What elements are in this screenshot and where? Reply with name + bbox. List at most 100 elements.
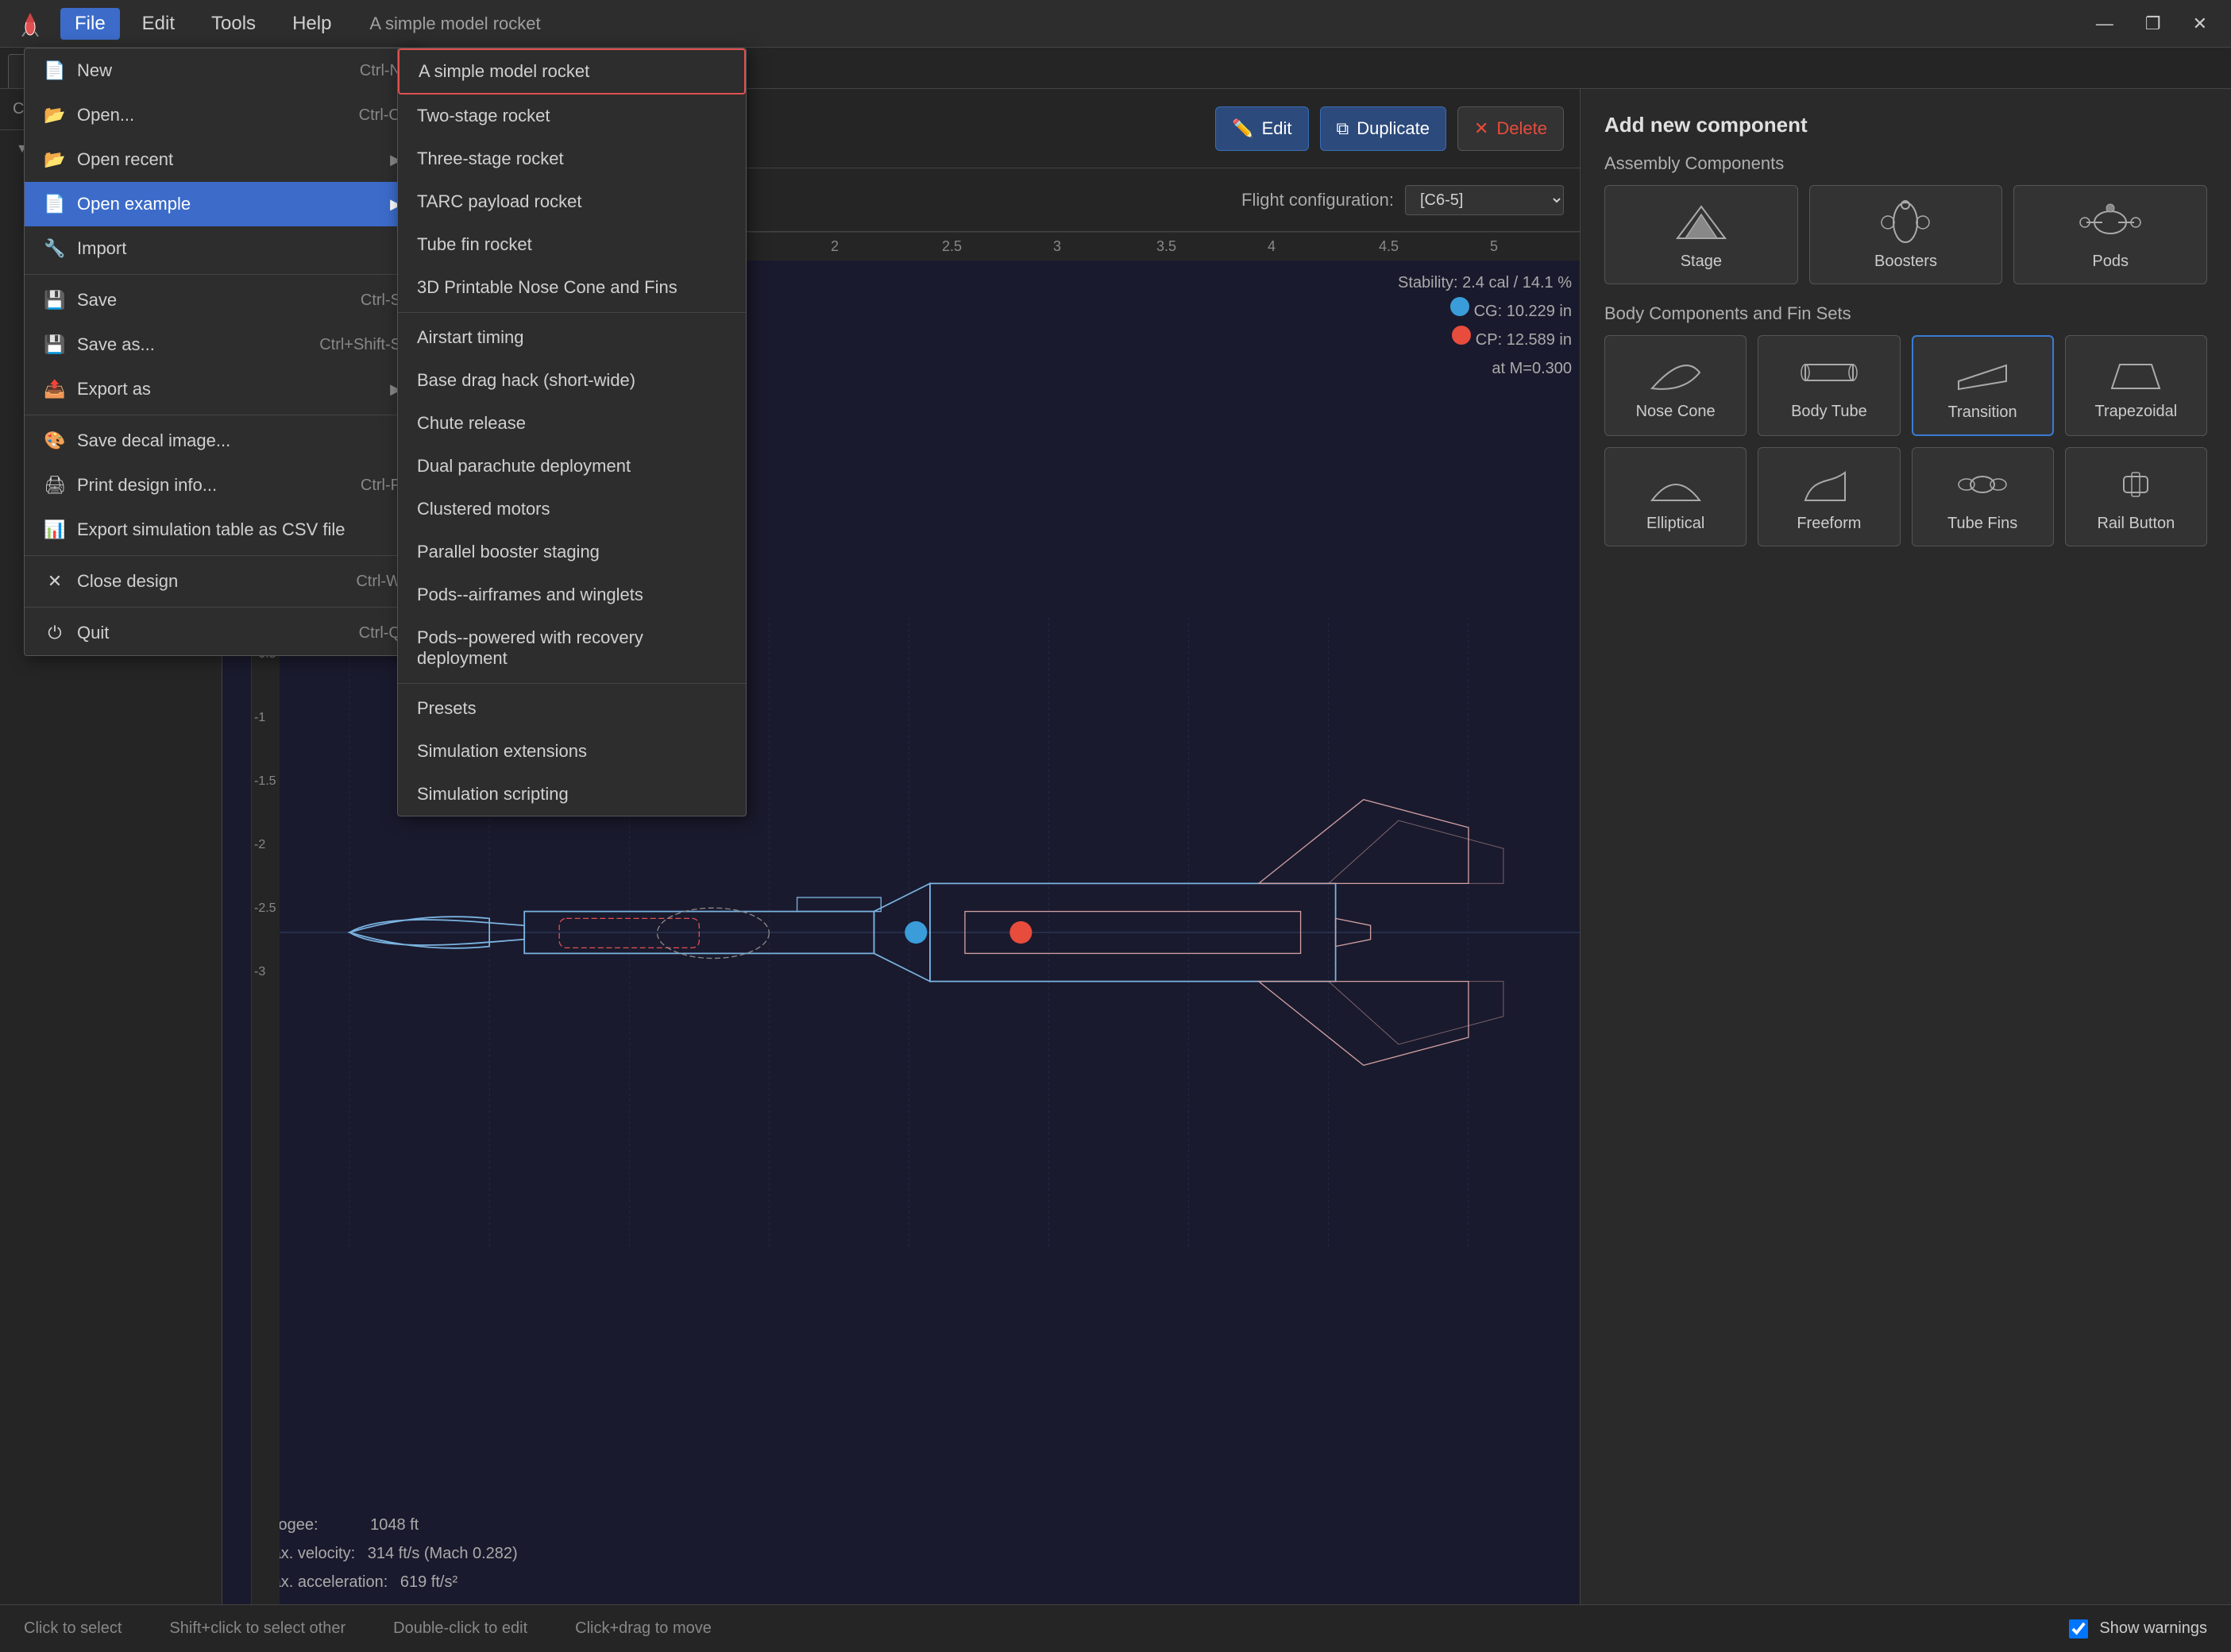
- example-base-drag[interactable]: Base drag hack (short-wide): [398, 359, 746, 402]
- menu-open-example[interactable]: 📄 Open example ▶: [25, 182, 420, 226]
- menu-new[interactable]: 📄 New Ctrl-N: [25, 48, 420, 93]
- example-simple-rocket[interactable]: A simple model rocket: [398, 48, 746, 95]
- menu-save-as[interactable]: 💾 Save as... Ctrl+Shift-S: [25, 322, 420, 367]
- body-grid: Nose Cone Body Tube Transition: [1604, 335, 2207, 546]
- example-3d-print[interactable]: 3D Printable Nose Cone and Fins: [398, 266, 746, 309]
- menu-quit[interactable]: ⏻ Quit Ctrl-Q: [25, 611, 420, 655]
- csv-icon: 📊: [44, 519, 66, 541]
- component-transition[interactable]: Transition: [1912, 335, 2054, 436]
- menu-open[interactable]: 📂 Open... Ctrl-O: [25, 93, 420, 137]
- flight-config-select[interactable]: [C6-5]: [1405, 185, 1564, 215]
- flight-config-area: Flight configuration: [C6-5]: [1241, 185, 1564, 215]
- component-pods[interactable]: Pods: [2013, 185, 2207, 284]
- edit-menu-item[interactable]: Edit: [128, 8, 189, 40]
- stage-label: Stage: [1613, 253, 1789, 271]
- svg-text:4.5: 4.5: [1379, 238, 1399, 254]
- component-rail-button[interactable]: Rail Button: [2065, 447, 2207, 546]
- cg-value: CG: 10.229 in: [1398, 297, 1572, 326]
- close-button[interactable]: ✕: [2185, 10, 2215, 37]
- example-pods-airframes[interactable]: Pods--airframes and winglets: [398, 573, 746, 616]
- component-boosters[interactable]: Boosters: [1809, 185, 2003, 284]
- stability-value: Stability: 2.4 cal / 14.1 %: [1398, 268, 1572, 297]
- help-menu-item[interactable]: Help: [278, 8, 345, 40]
- status-right: Show warnings: [2069, 1619, 2207, 1638]
- status-bar: Click to select Shift+click to select ot…: [0, 1604, 2231, 1652]
- duplicate-button[interactable]: ⧉ Duplicate: [1320, 106, 1446, 151]
- accel-stat: Max. acceleration: 619 ft/s²: [259, 1568, 518, 1596]
- sep-4: [25, 607, 420, 608]
- mach-value: at M=0.300: [1398, 354, 1572, 383]
- menu-save[interactable]: 💾 Save Ctrl-S: [25, 278, 420, 322]
- component-body-tube[interactable]: Body Tube: [1758, 335, 1900, 436]
- print-icon: 🖨: [44, 474, 66, 496]
- svg-text:4: 4: [1268, 238, 1276, 254]
- svg-text:-3: -3: [254, 965, 265, 978]
- add-component-title: Add new component: [1604, 113, 2207, 137]
- example-submenu: A simple model rocket Two-stage rocket T…: [397, 48, 747, 816]
- menu-import[interactable]: 🔧 Import: [25, 226, 420, 271]
- svg-text:-2.5: -2.5: [254, 901, 276, 915]
- menu-close[interactable]: ✕ Close design Ctrl-W: [25, 559, 420, 604]
- minimize-button[interactable]: —: [2088, 10, 2121, 37]
- delete-button[interactable]: ✕ Delete: [1457, 106, 1564, 151]
- menu-export-csv[interactable]: 📊 Export simulation table as CSV file: [25, 508, 420, 552]
- show-warnings-checkbox[interactable]: [2069, 1619, 2088, 1638]
- component-stage[interactable]: Stage: [1604, 185, 1798, 284]
- example-sim-scripting[interactable]: Simulation scripting: [398, 773, 746, 816]
- open-icon: 📂: [44, 104, 66, 126]
- sep-3: [25, 555, 420, 556]
- example-two-stage[interactable]: Two-stage rocket: [398, 95, 746, 137]
- right-panel: Add new component Assembly Components St…: [1580, 89, 2231, 1604]
- example-presets[interactable]: Presets: [398, 687, 746, 730]
- cp-value: CP: 12.589 in: [1398, 326, 1572, 354]
- component-tube-fins[interactable]: Tube Fins: [1912, 447, 2054, 546]
- stability-info: Stability: 2.4 cal / 14.1 % CG: 10.229 i…: [1398, 268, 1572, 383]
- example-dual-chute[interactable]: Dual parachute deployment: [398, 445, 746, 488]
- example-tarc[interactable]: TARC payload rocket: [398, 180, 746, 223]
- ex-sep-2: [398, 683, 746, 684]
- status-shift-click: Shift+click to select other: [169, 1619, 345, 1638]
- freeform-label: Freeform: [1766, 515, 1891, 533]
- svg-text:2: 2: [831, 238, 839, 254]
- menu-open-recent[interactable]: 📂 Open recent ▶: [25, 137, 420, 182]
- component-elliptical[interactable]: Elliptical: [1604, 447, 1747, 546]
- tools-menu-item[interactable]: Tools: [197, 8, 270, 40]
- menu-print[interactable]: 🖨 Print design info... Ctrl-P: [25, 463, 420, 508]
- file-menu-item[interactable]: File: [60, 8, 120, 40]
- example-clustered[interactable]: Clustered motors: [398, 488, 746, 531]
- example-tube-fin[interactable]: Tube fin rocket: [398, 223, 746, 266]
- svg-text:5: 5: [1490, 238, 1498, 254]
- menu-bar: File Edit Tools Help A simple model rock…: [16, 8, 541, 40]
- example-sim-extensions[interactable]: Simulation extensions: [398, 730, 746, 773]
- edit-button[interactable]: ✏️ Edit: [1215, 106, 1308, 151]
- boosters-label: Boosters: [1818, 253, 1994, 271]
- apogee-stat: Apogee: 1048 ft: [259, 1511, 518, 1539]
- status-drag: Click+drag to move: [575, 1619, 712, 1638]
- close-design-icon: ✕: [44, 570, 66, 592]
- example-parallel-booster[interactable]: Parallel booster staging: [398, 531, 746, 573]
- example-three-stage[interactable]: Three-stage rocket: [398, 137, 746, 180]
- example-pods-powered[interactable]: Pods--powered with recovery deployment: [398, 616, 746, 680]
- edit-icon: ✏️: [1232, 118, 1253, 139]
- new-icon: 📄: [44, 60, 66, 82]
- menu-save-decal[interactable]: 🎨 Save decal image...: [25, 419, 420, 463]
- cg-marker-icon: [1450, 297, 1469, 316]
- menu-export-as[interactable]: 📤 Export as ▶: [25, 367, 420, 411]
- component-nose-cone[interactable]: Nose Cone: [1604, 335, 1747, 436]
- ex-sep-1: [398, 312, 746, 313]
- import-icon: 🔧: [44, 237, 66, 260]
- quit-icon: ⏻: [44, 622, 66, 644]
- maximize-button[interactable]: ❐: [2137, 10, 2169, 37]
- example-airstart[interactable]: Airstart timing: [398, 316, 746, 359]
- duplicate-icon: ⧉: [1337, 118, 1349, 139]
- component-trapezoidal[interactable]: Trapezoidal: [2065, 335, 2207, 436]
- pods-label: Pods: [2022, 253, 2198, 271]
- velocity-stat: Max. velocity: 314 ft/s (Mach 0.282): [259, 1539, 518, 1568]
- save-icon: 💾: [44, 289, 66, 311]
- app-icon: [16, 10, 44, 38]
- show-warnings-label: Show warnings: [2099, 1619, 2207, 1638]
- component-freeform[interactable]: Freeform: [1758, 447, 1900, 546]
- body-tube-label: Body Tube: [1766, 403, 1891, 421]
- open-example-icon: 📄: [44, 193, 66, 215]
- example-chute-release[interactable]: Chute release: [398, 402, 746, 445]
